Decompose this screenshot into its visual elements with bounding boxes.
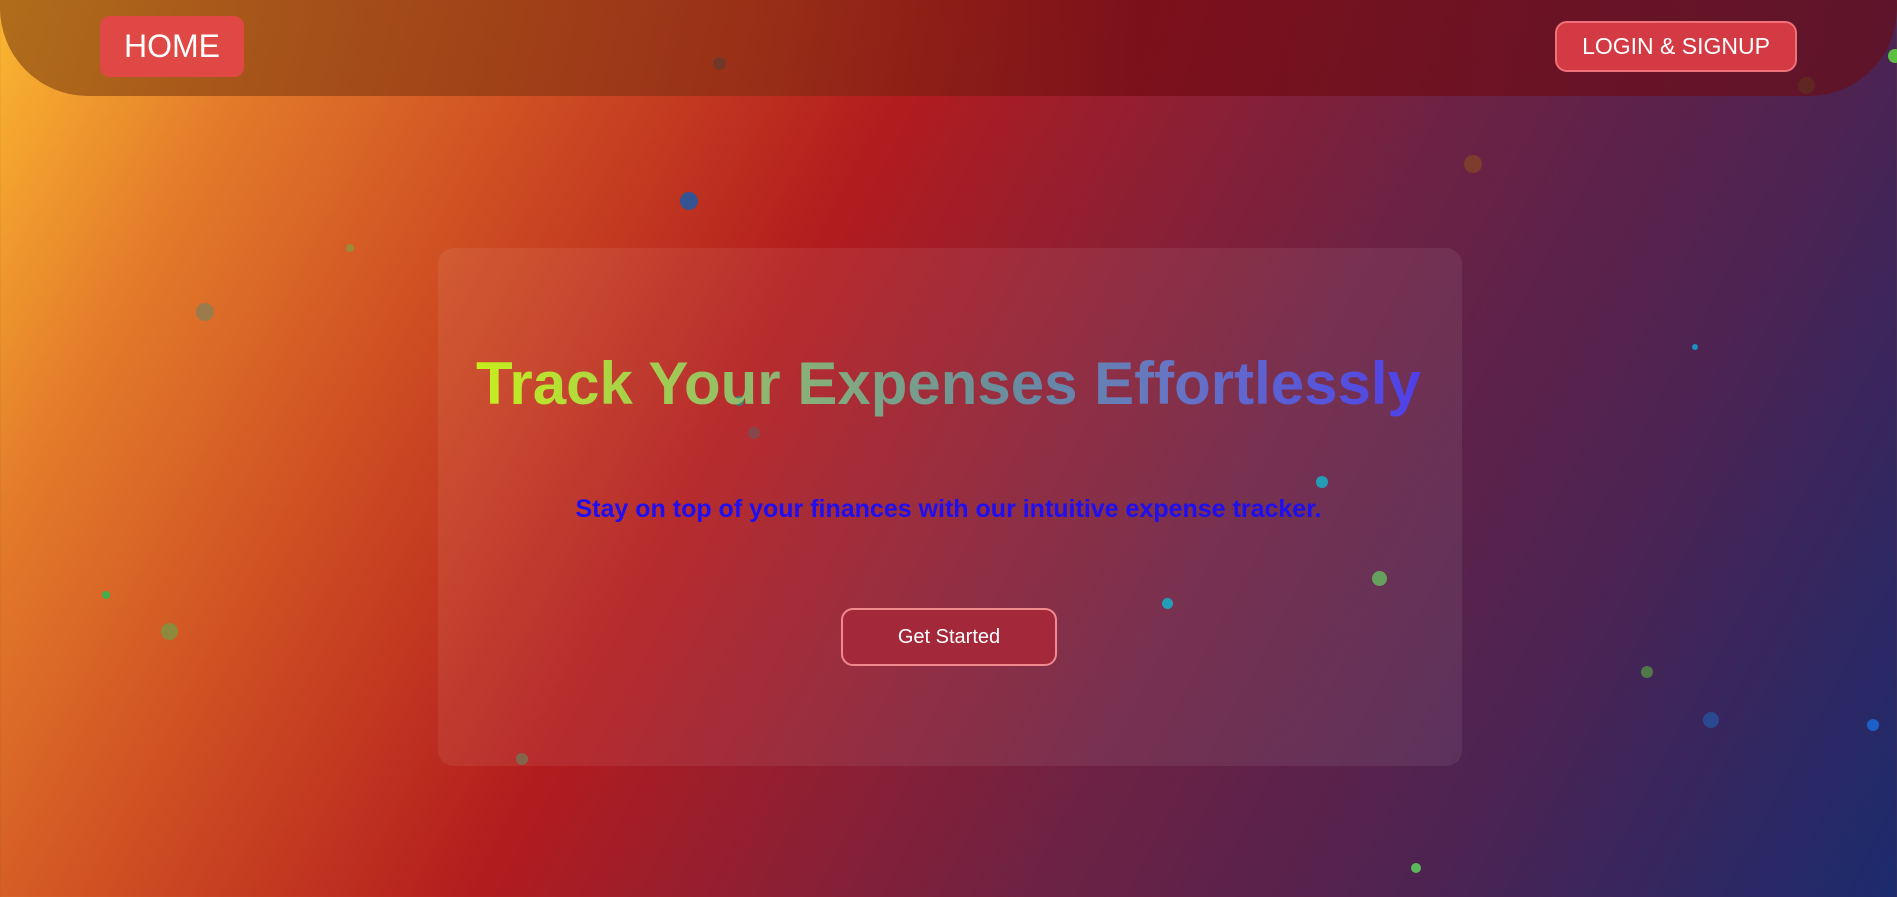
hero-subtitle: Stay on top of your finances with our in…	[575, 495, 1322, 523]
particle	[346, 244, 354, 252]
particle	[196, 303, 214, 321]
home-button[interactable]: HOME	[100, 16, 244, 77]
particle	[1641, 666, 1653, 678]
login-signup-button[interactable]: LOGIN & SIGNUP	[1555, 21, 1797, 72]
particle	[1703, 712, 1719, 728]
hero-title-text: Track Your Expenses Effortlessly	[476, 350, 1421, 417]
particle	[102, 591, 110, 599]
particle	[1867, 719, 1879, 731]
particle	[1464, 155, 1482, 173]
hero-title: Track Your Expenses Effortlessly	[0, 348, 1897, 420]
particle	[680, 192, 698, 210]
top-navigation-bar: HOME LOGIN & SIGNUP	[0, 0, 1897, 96]
particle	[1888, 49, 1897, 63]
particle	[1411, 863, 1421, 873]
get-started-button[interactable]: Get Started	[841, 608, 1057, 666]
particle	[161, 623, 178, 640]
